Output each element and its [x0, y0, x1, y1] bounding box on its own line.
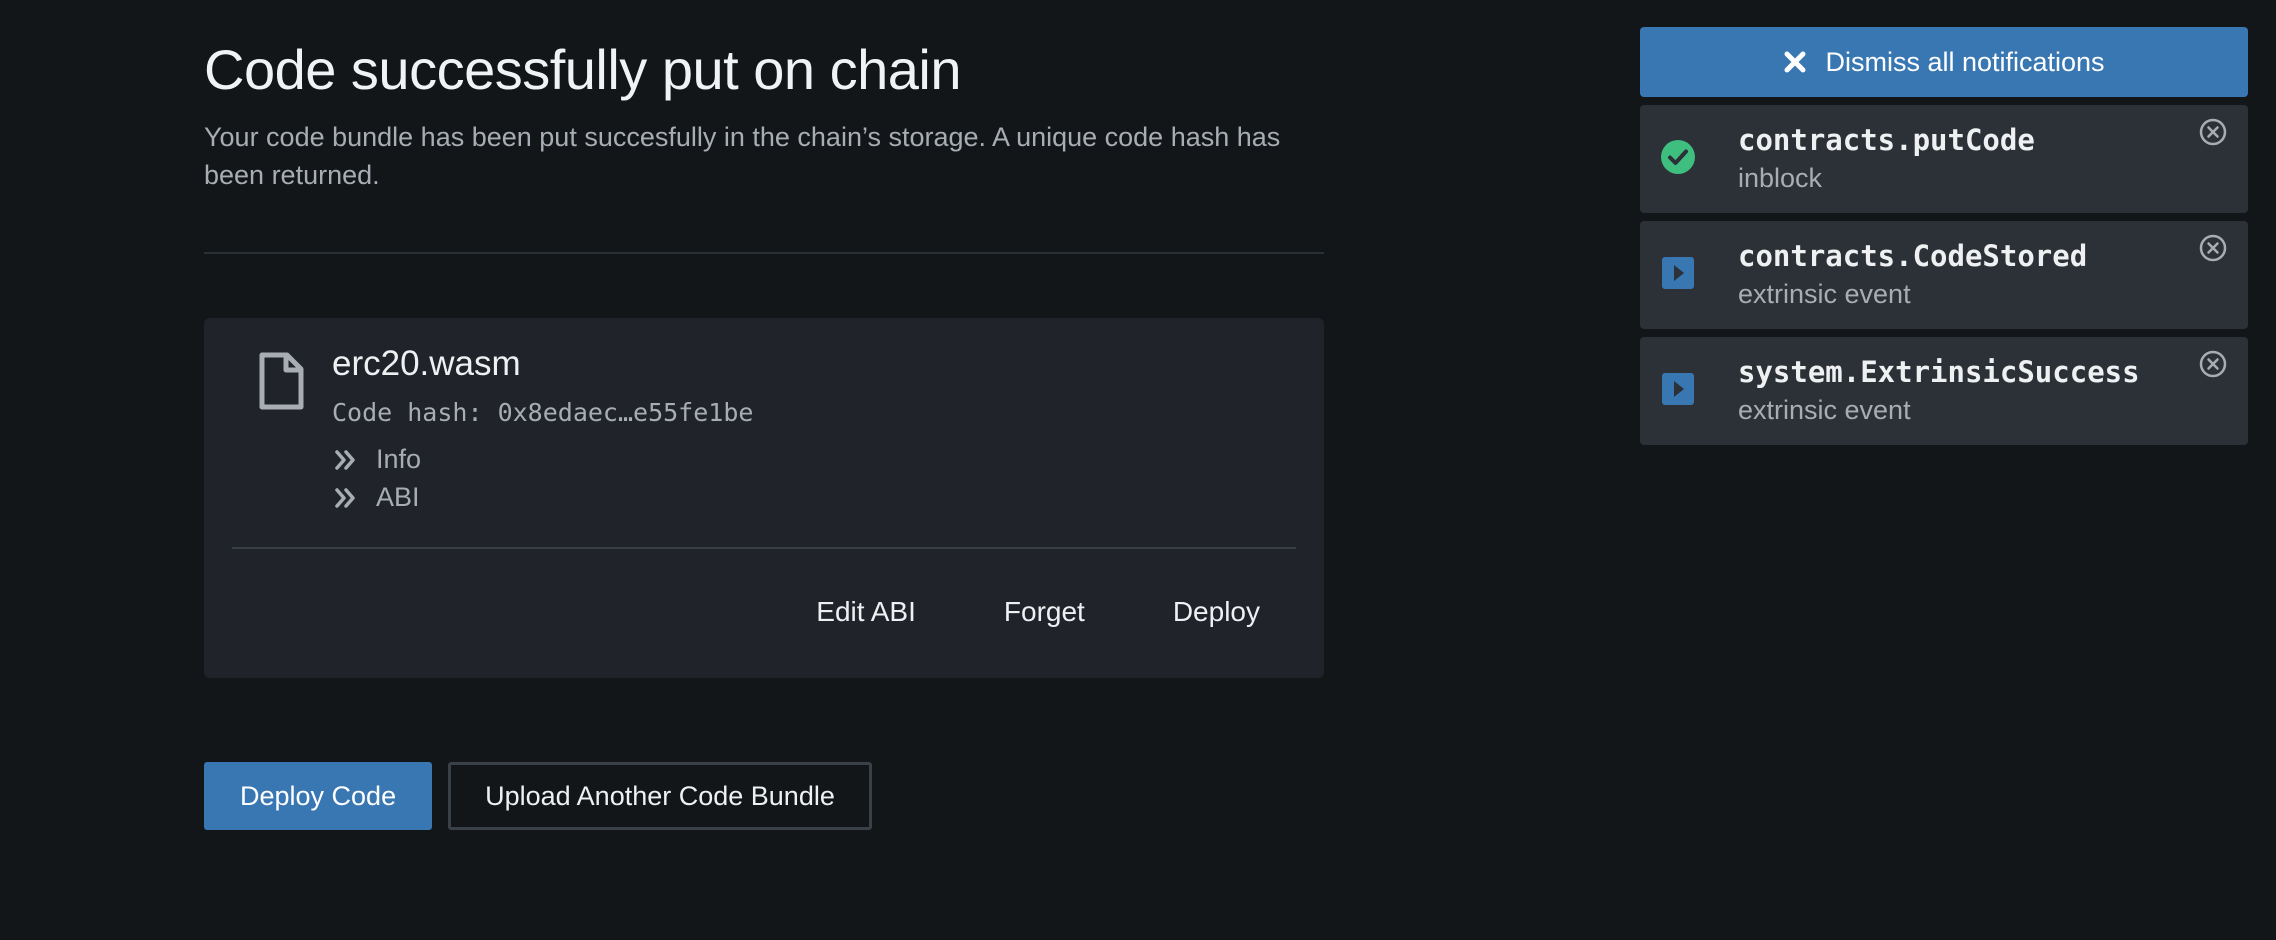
- notification-status: inblock: [1738, 163, 1823, 193]
- close-circle-icon[interactable]: [2198, 117, 2228, 147]
- edit-abi-button[interactable]: Edit ABI: [816, 596, 916, 628]
- notification-title: contracts.CodeStored: [1738, 239, 2088, 273]
- dismiss-all-label: Dismiss all notifications: [1825, 46, 2105, 77]
- close-circle-icon[interactable]: [2198, 233, 2228, 263]
- abi-label: ABI: [376, 482, 420, 512]
- notification-status: extrinsic event: [1738, 279, 1911, 309]
- page-description: Your code bundle has been put succesfull…: [204, 122, 1281, 190]
- abi-expander[interactable]: ABI: [332, 482, 420, 513]
- code-card: erc20.wasm Code hash: 0x8edaec…e55fe1be …: [204, 318, 1324, 678]
- action-buttons: Deploy Code Upload Another Code Bundle: [204, 762, 872, 830]
- section-divider: [204, 252, 1324, 254]
- file-icon: [259, 352, 304, 410]
- code-hash: Code hash: 0x8edaec…e55fe1be: [332, 398, 754, 427]
- card-divider: [232, 547, 1296, 549]
- double-chevron-right-icon: [335, 487, 355, 508]
- notification-status: extrinsic event: [1738, 395, 1911, 425]
- dismiss-all-button[interactable]: Dismiss all notifications: [1640, 27, 2248, 97]
- file-name: erc20.wasm: [332, 344, 521, 383]
- info-label: Info: [376, 444, 422, 474]
- notification-title: contracts.putCode: [1738, 123, 2035, 157]
- deploy-code-button[interactable]: Deploy Code: [204, 762, 433, 830]
- notification-title: system.ExtrinsicSuccess: [1738, 355, 2140, 389]
- close-icon: [1784, 51, 1806, 73]
- main-content: Code successfully put on chain Your code…: [204, 30, 1324, 678]
- check-circle-icon: [1661, 140, 1695, 174]
- notification-item: system.ExtrinsicSuccess extrinsic event: [1640, 337, 2248, 445]
- forget-button[interactable]: Forget: [1004, 596, 1085, 628]
- page-title: Code successfully put on chain: [204, 38, 962, 101]
- play-square-icon: [1662, 257, 1694, 289]
- notification-item: contracts.CodeStored extrinsic event: [1640, 221, 2248, 329]
- close-circle-icon[interactable]: [2198, 349, 2228, 379]
- double-chevron-right-icon: [335, 449, 355, 470]
- notification-item: contracts.putCode inblock: [1640, 105, 2248, 213]
- notifications-panel: Dismiss all notifications contracts.putC…: [1640, 27, 2248, 445]
- deploy-button[interactable]: Deploy: [1173, 596, 1260, 628]
- upload-another-button[interactable]: Upload Another Code Bundle: [448, 762, 872, 830]
- info-expander[interactable]: Info: [332, 444, 421, 475]
- card-actions: Edit ABI Forget Deploy: [816, 596, 1260, 628]
- play-square-icon: [1662, 373, 1694, 405]
